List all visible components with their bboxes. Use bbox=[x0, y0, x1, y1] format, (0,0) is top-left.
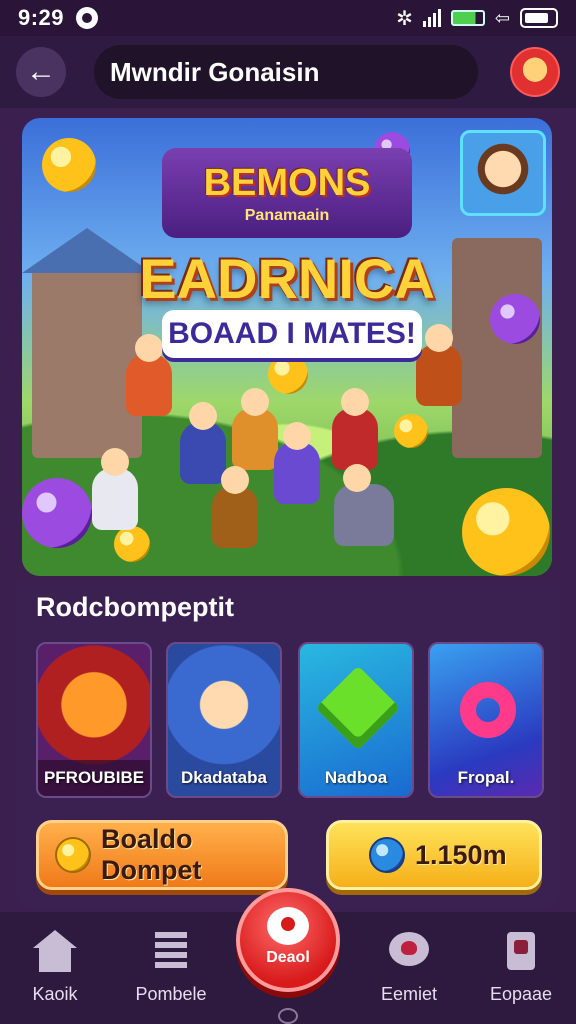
chat-icon bbox=[387, 930, 431, 974]
logo-title: BEMONS bbox=[203, 161, 371, 204]
deposit-button-label: Boaldo Dompet bbox=[101, 824, 202, 885]
battery-icon bbox=[520, 8, 558, 28]
home-icon bbox=[33, 930, 77, 974]
character-sprite bbox=[232, 388, 278, 470]
gem-icon bbox=[22, 478, 92, 548]
status-bar: 9:29 ✲ ⇦ bbox=[0, 0, 576, 36]
robot-sprite bbox=[334, 464, 394, 546]
logo-subtitle: Panamaain bbox=[244, 206, 330, 224]
nav-label: Pombele bbox=[135, 984, 207, 1004]
character-sprite bbox=[274, 422, 320, 504]
bubble-icon bbox=[267, 907, 309, 945]
page-title: Mwndir Gonaisin bbox=[94, 45, 478, 99]
deposit-button[interactable]: Boaldo Dompet bbox=[36, 820, 288, 890]
coin-icon bbox=[55, 837, 91, 873]
character-sprite bbox=[212, 466, 258, 548]
game-card[interactable]: PFROUBIBE bbox=[36, 642, 152, 798]
card-icon bbox=[499, 930, 543, 974]
battery-charging-icon bbox=[450, 10, 485, 26]
nav-item-card[interactable]: Eopaae bbox=[466, 930, 576, 1020]
game-card-label: Nadboa bbox=[324, 768, 388, 787]
character-sprite bbox=[180, 402, 226, 484]
character-sprite bbox=[126, 334, 172, 416]
signal-icon bbox=[422, 9, 441, 27]
game-logo: BEMONS Panamaain bbox=[162, 148, 412, 238]
status-icons: ✲ ⇦ bbox=[396, 6, 558, 31]
coin-icon bbox=[42, 138, 96, 192]
balance-value: 1.150m bbox=[415, 839, 507, 870]
home-indicator[interactable] bbox=[278, 1008, 298, 1024]
coin-icon bbox=[394, 414, 428, 448]
status-time: 9:29 bbox=[18, 5, 65, 30]
player-avatar-card[interactable] bbox=[460, 130, 546, 216]
gem-icon bbox=[315, 665, 401, 751]
nav-label: Eemiet bbox=[380, 984, 438, 1004]
game-card[interactable]: Nadboa bbox=[298, 642, 414, 798]
center-action-button[interactable]: Deaol bbox=[236, 888, 340, 992]
banner-subtitle: BOAAD I MATES! bbox=[162, 310, 422, 358]
character-sprite bbox=[416, 324, 462, 406]
character-sprite bbox=[332, 388, 378, 470]
nav-label: Eopaae bbox=[489, 984, 553, 1004]
character-sprite bbox=[92, 448, 138, 530]
coin-icon bbox=[462, 488, 550, 576]
game-card-label: Fropal. bbox=[457, 768, 515, 787]
profile-avatar[interactable] bbox=[510, 47, 560, 97]
game-card[interactable]: Dkadataba bbox=[166, 642, 282, 798]
section-title: Rodcbompeptit bbox=[36, 592, 234, 622]
app-header: ← Mwndir Gonaisin bbox=[0, 36, 576, 108]
list-icon bbox=[149, 930, 193, 974]
back-button[interactable]: ← bbox=[16, 47, 66, 97]
coin-icon bbox=[114, 526, 150, 562]
nav-item-home[interactable]: Kaoik bbox=[0, 930, 110, 1020]
coin-icon bbox=[268, 354, 308, 394]
banner-title: EADRNICA bbox=[139, 247, 435, 310]
notification-icon bbox=[76, 7, 99, 29]
hero-banner[interactable]: BEMONS Panamaain EADRNICA BOAAD I MATES! bbox=[22, 118, 552, 576]
back-arrow-icon: ← bbox=[26, 55, 56, 88]
gem-icon bbox=[369, 837, 405, 873]
nav-item-list[interactable]: Pombele bbox=[116, 930, 226, 1020]
nav-item-chat[interactable]: Eemiet bbox=[354, 930, 464, 1020]
bluetooth-icon: ✲ bbox=[396, 7, 413, 30]
balance-button[interactable]: 1.150m bbox=[326, 820, 542, 890]
arrow-icon: ⇦ bbox=[494, 7, 510, 28]
ring-icon bbox=[460, 682, 516, 738]
game-card-label: Dkadataba bbox=[181, 768, 267, 787]
game-card-label: PFROUBIBE bbox=[38, 760, 150, 796]
nav-label: Kaoik bbox=[32, 984, 78, 1004]
center-action-label: Deaol bbox=[266, 949, 310, 966]
game-card[interactable]: Fropal. bbox=[428, 642, 544, 798]
